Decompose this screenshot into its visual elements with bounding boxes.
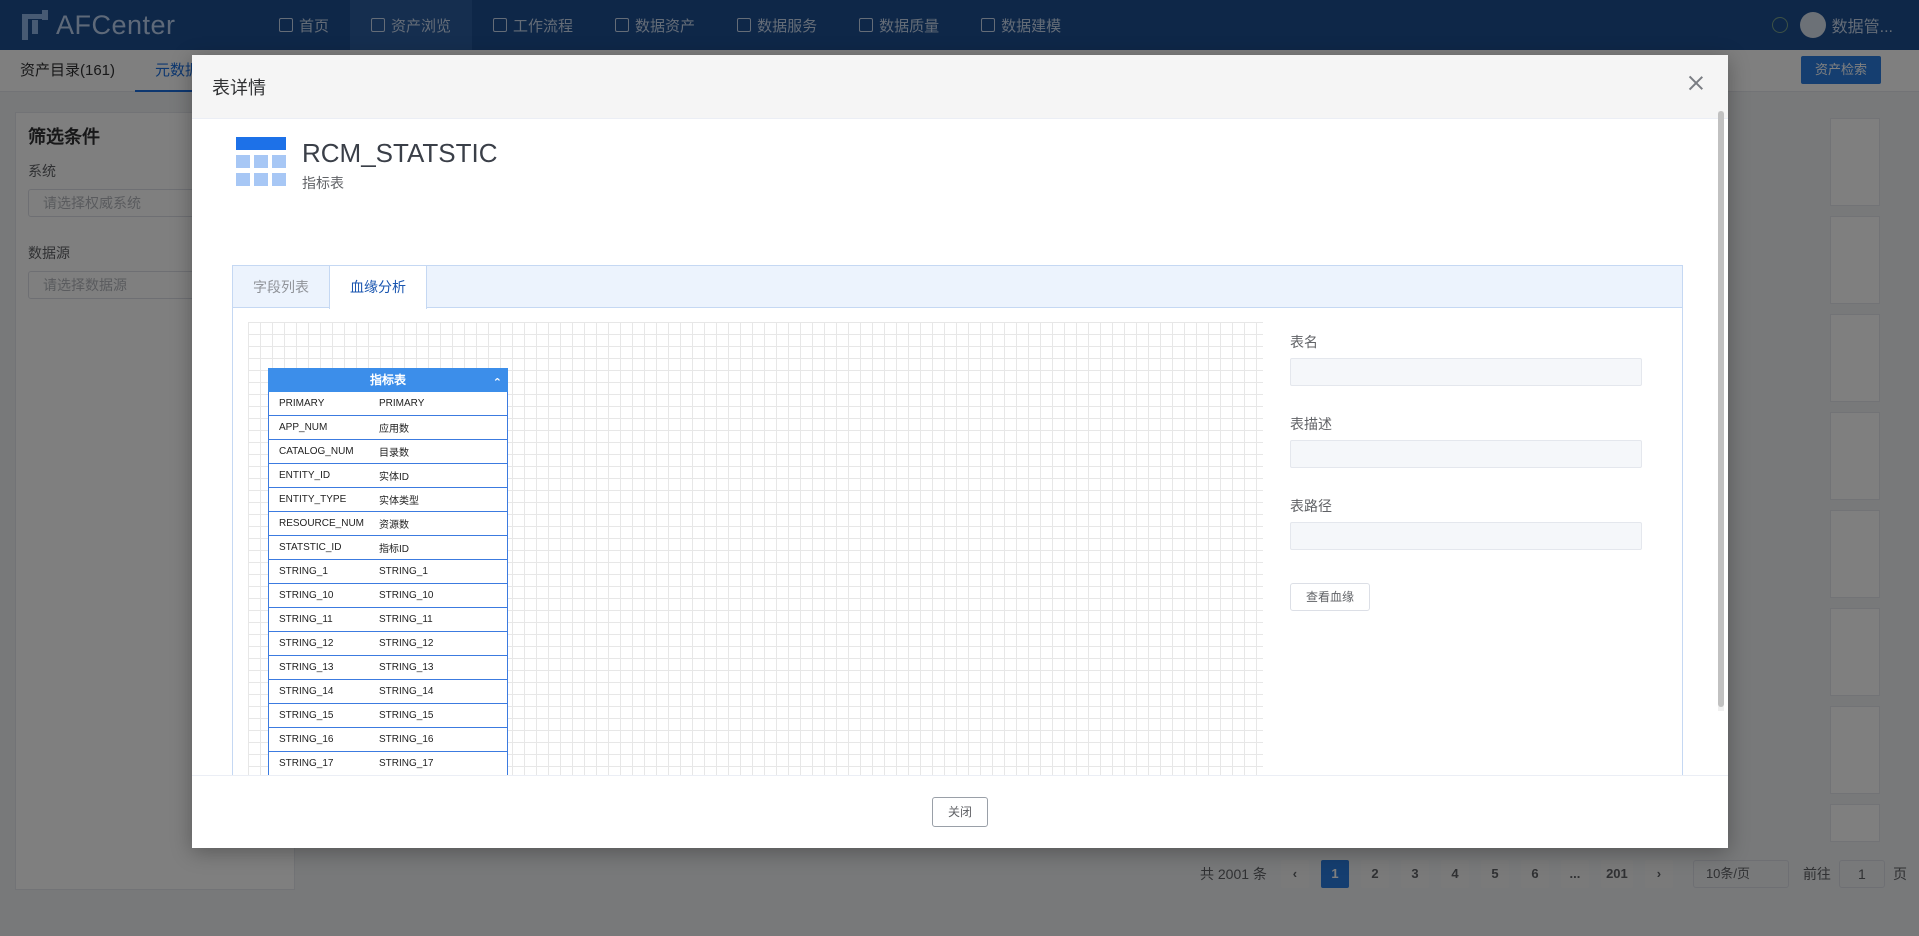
tab-field-list[interactable]: 字段列表 xyxy=(233,266,329,307)
field-name: STRING_1 xyxy=(279,566,328,577)
entity-field-row[interactable]: STRING_17 STRING_17 xyxy=(268,752,508,775)
field-comment: STRING_13 xyxy=(379,662,434,673)
entity-field-row[interactable]: ENTITY_TYPE 实体类型 xyxy=(268,488,508,512)
collapse-icon[interactable]: ⌃ xyxy=(493,371,502,395)
entity-header[interactable]: 指标表 ⌃ xyxy=(268,368,508,392)
field-name: STRING_11 xyxy=(279,614,333,625)
field-name: STRING_12 xyxy=(279,638,334,649)
field-name: CATALOG_NUM xyxy=(279,446,354,457)
table-description: 指标表 xyxy=(302,175,344,191)
close-icon[interactable] xyxy=(1684,71,1708,95)
field-comment: PRIMARY xyxy=(379,398,425,409)
entity-field-row[interactable]: ENTITY_ID 实体ID xyxy=(268,464,508,488)
field-name: ENTITY_TYPE xyxy=(279,494,347,505)
entity-field-row[interactable]: STRING_16 STRING_16 xyxy=(268,728,508,752)
field-comment: 指标ID xyxy=(379,544,409,555)
field-name: APP_NUM xyxy=(279,422,328,433)
field-comment: 目录数 xyxy=(379,448,409,459)
entity-node[interactable]: 指标表 ⌃ PRIMARY PRIMARY APP_NUM 应用数 CATALOG_NU… xyxy=(268,368,508,775)
field-comment: STRING_15 xyxy=(379,710,434,721)
field-comment: STRING_10 xyxy=(379,590,434,601)
close-button[interactable]: 关闭 xyxy=(931,797,988,827)
entity-field-row[interactable]: STRING_11 STRING_11 xyxy=(268,608,508,632)
table-name: RCM_STATSTIC xyxy=(302,138,498,168)
table-name-label: 表名 xyxy=(1290,334,1318,350)
field-name: STRING_13 xyxy=(279,662,334,673)
table-name-field xyxy=(1290,358,1642,386)
field-name: STRING_10 xyxy=(279,590,334,601)
field-comment: 实体ID xyxy=(379,472,409,483)
dialog-footer: 关闭 xyxy=(192,775,1728,848)
dialog-body: RCM_STATSTIC 指标表 字段列表 血缘分析 指标表 ⌃ PRIMARY… xyxy=(192,119,1728,775)
table-desc-field xyxy=(1290,440,1642,468)
entity-field-row[interactable]: STRING_12 STRING_12 xyxy=(268,632,508,656)
field-name: RESOURCE_NUM xyxy=(279,518,365,529)
entity-field-row[interactable]: STRING_13 STRING_13 xyxy=(268,656,508,680)
detail-tabs: 字段列表 血缘分析 指标表 ⌃ PRIMARY PRIMARY APP_NUM 应用数… xyxy=(232,265,1683,775)
field-comment: 应用数 xyxy=(379,424,409,435)
table-properties: 表名 表描述 表路径 查看血缘 xyxy=(1290,332,1642,611)
entity-field-row[interactable]: STRING_10 STRING_10 xyxy=(268,584,508,608)
entity-rows: PRIMARY PRIMARY APP_NUM 应用数 CATALOG_NUM 目录数 EN… xyxy=(268,392,508,775)
field-comment: STRING_12 xyxy=(379,638,434,649)
entity-field-row[interactable]: STRING_15 STRING_15 xyxy=(268,704,508,728)
table-detail-dialog: 表详情 RCM_STATSTIC 指标表 字段列表 血缘分析 指标表 ⌃ PRI… xyxy=(192,55,1728,848)
field-comment: STRING_1 xyxy=(379,566,428,577)
scrollbar-thumb[interactable] xyxy=(1718,111,1724,707)
entity-field-row[interactable]: APP_NUM 应用数 xyxy=(268,416,508,440)
view-lineage-button[interactable]: 查看血缘 xyxy=(1290,583,1371,611)
field-comment: 实体类型 xyxy=(379,496,419,507)
field-name: ENTITY_ID xyxy=(279,470,331,481)
table-desc-label: 表描述 xyxy=(1290,416,1332,432)
field-comment: 资源数 xyxy=(379,520,409,531)
field-name: PRIMARY xyxy=(279,398,325,409)
tabs-bar: 字段列表 血缘分析 xyxy=(233,266,1682,309)
field-name: STRING_17 xyxy=(279,758,334,769)
field-comment: STRING_16 xyxy=(379,734,434,745)
field-comment: STRING_11 xyxy=(379,614,433,625)
table-icon xyxy=(236,137,286,187)
lineage-canvas[interactable]: 指标表 ⌃ PRIMARY PRIMARY APP_NUM 应用数 CATALOG_NU… xyxy=(248,322,1263,775)
dialog-scrollbar[interactable] xyxy=(1718,111,1724,711)
dialog-header: 表详情 xyxy=(192,55,1728,119)
field-name: STRING_16 xyxy=(279,734,334,745)
entity-title: 指标表 xyxy=(369,373,406,387)
dialog-title: 表详情 xyxy=(212,77,266,98)
entity-field-row[interactable]: RESOURCE_NUM 资源数 xyxy=(268,512,508,536)
entity-field-row[interactable]: PRIMARY PRIMARY xyxy=(268,392,508,416)
field-comment: STRING_14 xyxy=(379,686,434,697)
table-path-label: 表路径 xyxy=(1290,498,1332,514)
entity-field-row[interactable]: STRING_14 STRING_14 xyxy=(268,680,508,704)
table-path-field xyxy=(1290,522,1642,550)
tab-lineage-analysis[interactable]: 血缘分析 xyxy=(329,266,427,309)
entity-field-row[interactable]: STRING_1 STRING_1 xyxy=(268,560,508,584)
field-name: STATSTIC_ID xyxy=(279,542,342,553)
field-name: STRING_15 xyxy=(279,710,334,721)
entity-field-row[interactable]: CATALOG_NUM 目录数 xyxy=(268,440,508,464)
entity-field-row[interactable]: STATSTIC_ID 指标ID xyxy=(268,536,508,560)
table-header: RCM_STATSTIC 指标表 xyxy=(236,137,497,193)
field-comment: STRING_17 xyxy=(379,758,434,769)
field-name: STRING_14 xyxy=(279,686,334,697)
